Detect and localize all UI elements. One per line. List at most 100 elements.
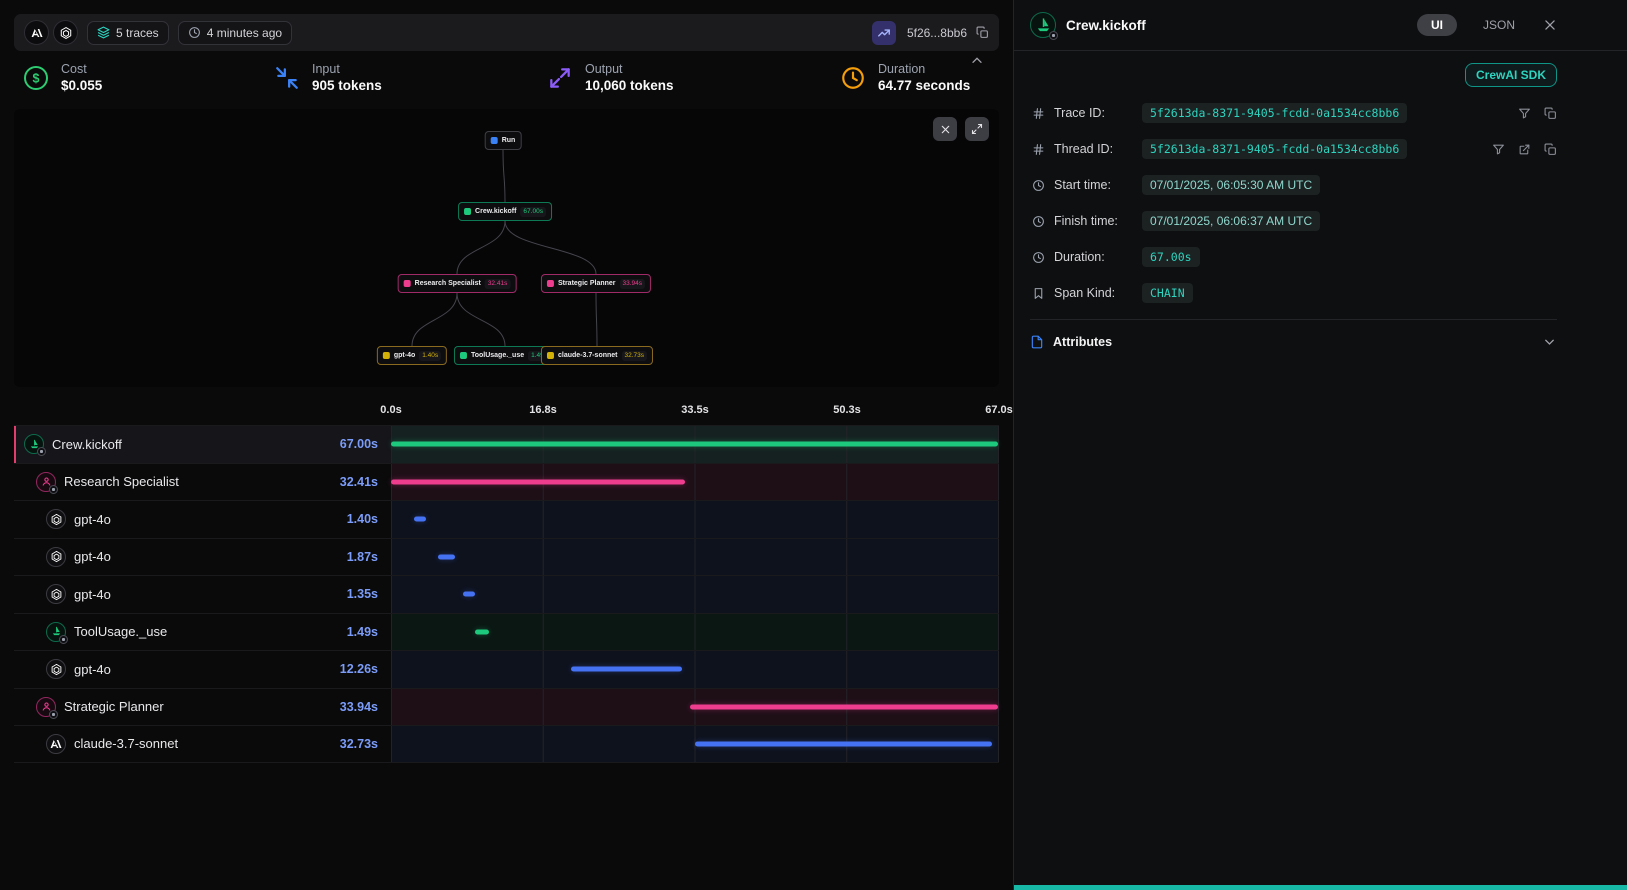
horizontal-scrollbar[interactable] xyxy=(1014,885,1627,890)
timeline-row[interactable]: gpt-4o 1.35s xyxy=(14,575,999,613)
graph-node-claude[interactable]: claude-3.7-sonnet 32.73s xyxy=(541,346,653,365)
expand-graph-button[interactable] xyxy=(965,117,989,141)
span-bar-track xyxy=(391,576,999,613)
trend-button[interactable] xyxy=(872,21,896,45)
field-label: Duration: xyxy=(1054,250,1134,264)
span-duration: 1.87s xyxy=(347,550,391,564)
dollar-circle-icon: $ xyxy=(22,65,50,91)
graph-node-research[interactable]: Research Specialist 32.41s xyxy=(398,274,517,293)
span-duration: 67.00s xyxy=(340,437,391,451)
graph-node-crew[interactable]: Crew.kickoff 67.00s xyxy=(458,202,552,221)
stat-value: 64.77 seconds xyxy=(878,78,970,93)
node-type-icon xyxy=(383,352,390,359)
span-duration: 32.41s xyxy=(340,475,391,489)
stat-value: $0.055 xyxy=(61,78,102,93)
agentops-badge xyxy=(49,485,58,494)
span-bar-track xyxy=(391,689,999,726)
timeline-row[interactable]: Research Specialist 32.41s xyxy=(14,463,999,501)
node-label: Crew.kickoff xyxy=(475,208,516,215)
span-name: gpt-4o xyxy=(74,512,111,527)
agent-icon xyxy=(36,697,56,717)
field-value[interactable]: 5f2613da-8371-9405-fcdd-0a1534cc8bb6 xyxy=(1142,139,1407,159)
span-bar xyxy=(391,479,685,484)
tab-json[interactable]: JSON xyxy=(1483,18,1515,32)
agent-icon xyxy=(36,472,56,492)
clock-icon xyxy=(188,26,201,39)
agentops-badge xyxy=(37,447,46,456)
attributes-section-toggle[interactable]: Attributes xyxy=(1030,319,1557,363)
node-label: ToolUsage._use xyxy=(471,352,524,359)
field-finish-time: Finish time: 07/01/2025, 06:06:37 AM UTC xyxy=(1030,203,1557,239)
field-value[interactable]: CHAIN xyxy=(1142,283,1193,303)
close-panel-icon[interactable] xyxy=(1543,18,1557,32)
openai-icon xyxy=(46,659,66,679)
details-panel-header: Crew.kickoff UI JSON xyxy=(1014,0,1627,50)
span-duration: 32.73s xyxy=(340,737,391,751)
field-value[interactable]: 5f2613da-8371-9405-fcdd-0a1534cc8bb6 xyxy=(1142,103,1407,123)
arrows-in-icon xyxy=(273,65,301,91)
node-duration-chip: 33.94s xyxy=(620,279,646,289)
span-name: Crew.kickoff xyxy=(52,437,122,452)
graph-node-run[interactable]: Run xyxy=(485,131,522,150)
span-bar xyxy=(438,554,455,559)
span-bar xyxy=(391,442,998,447)
stat-label: Duration xyxy=(878,62,970,76)
bookmark-icon xyxy=(1030,287,1046,300)
copy-icon[interactable] xyxy=(1544,107,1557,120)
copy-icon[interactable] xyxy=(1544,143,1557,156)
openai-icon xyxy=(46,547,66,567)
filter-icon[interactable] xyxy=(1492,143,1505,156)
timeline-row[interactable]: Strategic Planner 33.94s xyxy=(14,688,999,726)
graph-node-strategic[interactable]: Strategic Planner 33.94s xyxy=(541,274,651,293)
close-graph-button[interactable] xyxy=(933,117,957,141)
clock-icon xyxy=(1030,215,1046,228)
node-type-icon xyxy=(547,352,554,359)
node-label: Research Specialist xyxy=(415,280,481,287)
node-label: Run xyxy=(502,137,516,144)
span-name: Research Specialist xyxy=(64,474,179,489)
axis-tick: 67.0s xyxy=(985,404,1013,416)
tab-ui[interactable]: UI xyxy=(1417,14,1457,36)
axis-tick: 0.0s xyxy=(380,404,401,416)
span-bar-track xyxy=(391,464,999,501)
panel-title: Crew.kickoff xyxy=(1066,18,1146,33)
stat-value: 10,060 tokens xyxy=(585,78,674,93)
field-value[interactable]: 07/01/2025, 06:06:37 AM UTC xyxy=(1142,211,1320,231)
timeline-row[interactable]: gpt-4o 1.87s xyxy=(14,538,999,576)
span-duration: 33.94s xyxy=(340,700,391,714)
trace-graph[interactable]: Run Crew.kickoff 67.00s Research Special… xyxy=(14,109,999,387)
sdk-badge[interactable]: CrewAI SDK xyxy=(1465,63,1557,87)
span-bar-track xyxy=(391,651,999,688)
span-bar-track xyxy=(391,726,999,762)
graph-node-gpt[interactable]: gpt-4o 1.40s xyxy=(377,346,447,365)
openai-icon xyxy=(53,20,78,45)
collapse-stats-chevron-up-icon[interactable] xyxy=(969,53,985,69)
field-value[interactable]: 07/01/2025, 06:05:30 AM UTC xyxy=(1142,175,1320,195)
timeline-row[interactable]: claude-3.7-sonnet 32.73s xyxy=(14,725,999,763)
external-icon[interactable] xyxy=(1518,143,1531,156)
tool-icon xyxy=(46,622,66,642)
timeline-row[interactable]: gpt-4o 12.26s xyxy=(14,650,999,688)
node-type-icon xyxy=(491,137,498,144)
span-name: ToolUsage._use xyxy=(74,624,167,639)
traces-count-badge[interactable]: 5 traces xyxy=(87,21,169,45)
anthropic-icon xyxy=(46,734,66,754)
timeline-row[interactable]: ToolUsage._use 1.49s xyxy=(14,613,999,651)
trace-short-id: 5f26...8bb6 xyxy=(907,26,967,40)
span-duration: 1.35s xyxy=(347,587,391,601)
filter-icon[interactable] xyxy=(1518,107,1531,120)
node-duration-chip: 32.41s xyxy=(485,279,511,289)
span-bar xyxy=(475,629,488,634)
span-bar-track xyxy=(391,501,999,538)
field-thread-id: Thread ID: 5f2613da-8371-9405-fcdd-0a153… xyxy=(1030,131,1557,167)
span-duration: 12.26s xyxy=(340,662,391,676)
field-label: Span Kind: xyxy=(1054,286,1134,300)
copy-trace-id-icon[interactable] xyxy=(976,26,989,39)
node-type-icon xyxy=(464,208,471,215)
stat-input: Input 905 tokens xyxy=(273,62,546,93)
timeline-row[interactable]: gpt-4o 1.40s xyxy=(14,500,999,538)
openai-icon xyxy=(46,584,66,604)
field-label: Finish time: xyxy=(1054,214,1134,228)
field-value[interactable]: 67.00s xyxy=(1142,247,1200,267)
timeline-row[interactable]: Crew.kickoff 67.00s xyxy=(14,425,999,463)
